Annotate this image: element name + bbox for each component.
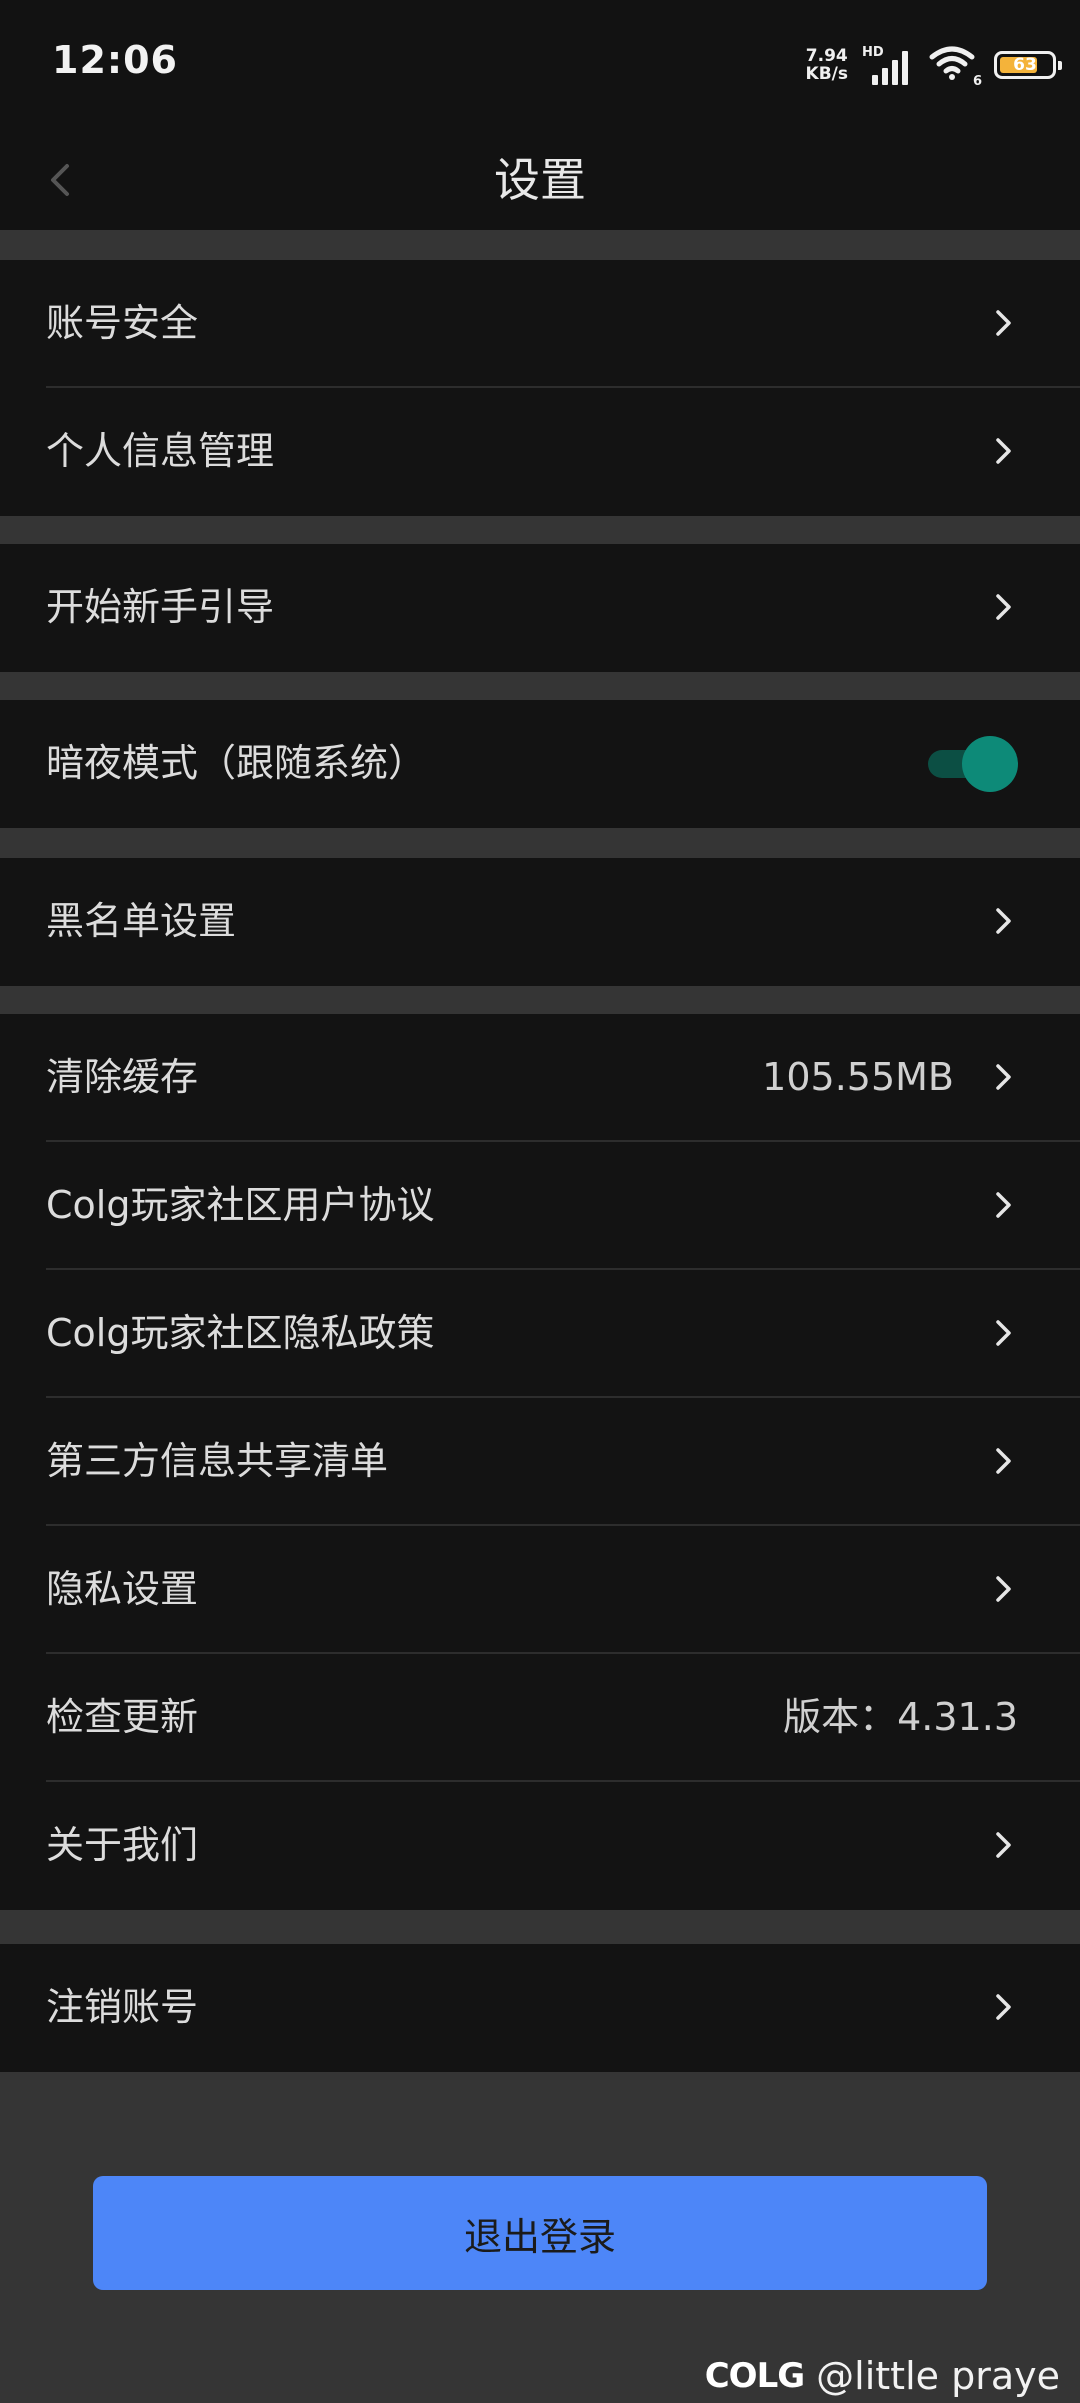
chevron-right-icon <box>996 310 1011 336</box>
chevron-right-icon <box>996 1064 1011 1090</box>
about-us-row[interactable]: 关于我们 <box>46 1782 1080 1910</box>
status-time: 12:06 <box>52 38 178 82</box>
privacy-settings-row[interactable]: 隐私设置 <box>46 1526 1080 1654</box>
dark-mode-row: 暗夜模式（跟随系统） <box>46 700 1080 828</box>
logout-button[interactable]: 退出登录 <box>93 2176 987 2290</box>
chevron-right-icon <box>996 1192 1011 1218</box>
settings-group-guide: 开始新手引导 <box>0 544 1080 672</box>
personal-info-label: 个人信息管理 <box>46 429 275 473</box>
account-security-row[interactable]: 账号安全 <box>46 260 1080 388</box>
user-agreement-label: Colg玩家社区用户协议 <box>46 1183 435 1227</box>
privacy-settings-label: 隐私设置 <box>46 1567 199 1611</box>
privacy-policy-row[interactable]: Colg玩家社区隐私政策 <box>46 1270 1080 1398</box>
page-title: 设置 <box>494 153 586 207</box>
battery-icon: 63 <box>994 51 1062 79</box>
check-update-row[interactable]: 检查更新 版本：4.31.3 <box>46 1654 1080 1782</box>
network-speed: 7.94 KB/s <box>806 47 848 83</box>
clear-cache-row[interactable]: 清除缓存 105.55MB <box>46 1014 1080 1142</box>
nav-bar: 设置 <box>0 130 1080 230</box>
dark-mode-label: 暗夜模式（跟随系统） <box>46 741 427 785</box>
settings-group-dark-mode: 暗夜模式（跟随系统） <box>0 700 1080 828</box>
clear-cache-label: 清除缓存 <box>46 1055 199 1099</box>
battery-level: 63 <box>1013 55 1037 75</box>
settings-group-delete: 注销账号 <box>0 1944 1080 2072</box>
settings-group-blacklist: 黑名单设置 <box>0 858 1080 986</box>
chevron-right-icon <box>996 594 1011 620</box>
colg-logo: COLG <box>704 2356 805 2396</box>
chevron-right-icon <box>996 1994 1011 2020</box>
version-value: 版本：4.31.3 <box>783 1695 1018 1739</box>
cellular-signal-icon: HD <box>862 45 914 85</box>
about-us-label: 关于我们 <box>46 1823 199 1867</box>
third-party-label: 第三方信息共享清单 <box>46 1439 389 1483</box>
network-speed-unit: KB/s <box>805 64 848 84</box>
chevron-right-icon <box>996 438 1011 464</box>
settings-group-account: 账号安全 个人信息管理 <box>0 260 1080 516</box>
personal-info-row[interactable]: 个人信息管理 <box>46 388 1080 516</box>
wifi-label: 6 <box>972 74 982 89</box>
cache-size-value: 105.55MB <box>762 1055 954 1099</box>
dark-mode-toggle[interactable] <box>928 736 1018 792</box>
delete-account-label: 注销账号 <box>46 1985 199 2029</box>
blacklist-label: 黑名单设置 <box>46 899 237 943</box>
check-update-label: 检查更新 <box>46 1695 199 1739</box>
watermark-handle: @little praye <box>816 2354 1060 2398</box>
chevron-left-icon <box>51 164 69 196</box>
chevron-right-icon <box>996 908 1011 934</box>
beginner-guide-row[interactable]: 开始新手引导 <box>46 544 1080 672</box>
status-bar: 12:06 7.94 KB/s HD 6 63 <box>0 0 1080 130</box>
chevron-right-icon <box>996 1448 1011 1474</box>
toggle-knob <box>962 736 1018 792</box>
third-party-row[interactable]: 第三方信息共享清单 <box>46 1398 1080 1526</box>
chevron-right-icon <box>996 1832 1011 1858</box>
settings-group-general: 清除缓存 105.55MB Colg玩家社区用户协议 Colg玩家社区隐私政策 … <box>0 1014 1080 1910</box>
chevron-right-icon <box>996 1576 1011 1602</box>
chevron-right-icon <box>996 1320 1011 1346</box>
back-button[interactable] <box>30 150 90 210</box>
privacy-policy-label: Colg玩家社区隐私政策 <box>46 1311 435 1355</box>
wifi-icon: 6 <box>928 45 982 89</box>
delete-account-row[interactable]: 注销账号 <box>46 1944 1080 2072</box>
beginner-guide-label: 开始新手引导 <box>46 585 275 629</box>
blacklist-row[interactable]: 黑名单设置 <box>46 858 1080 986</box>
status-icons: 7.94 KB/s HD 6 63 <box>806 40 1062 90</box>
network-speed-value: 7.94 <box>805 46 848 66</box>
account-security-label: 账号安全 <box>46 301 199 345</box>
watermark: COLG @little praye <box>705 2354 1060 2398</box>
user-agreement-row[interactable]: Colg玩家社区用户协议 <box>46 1142 1080 1270</box>
hd-label: HD <box>862 45 884 60</box>
